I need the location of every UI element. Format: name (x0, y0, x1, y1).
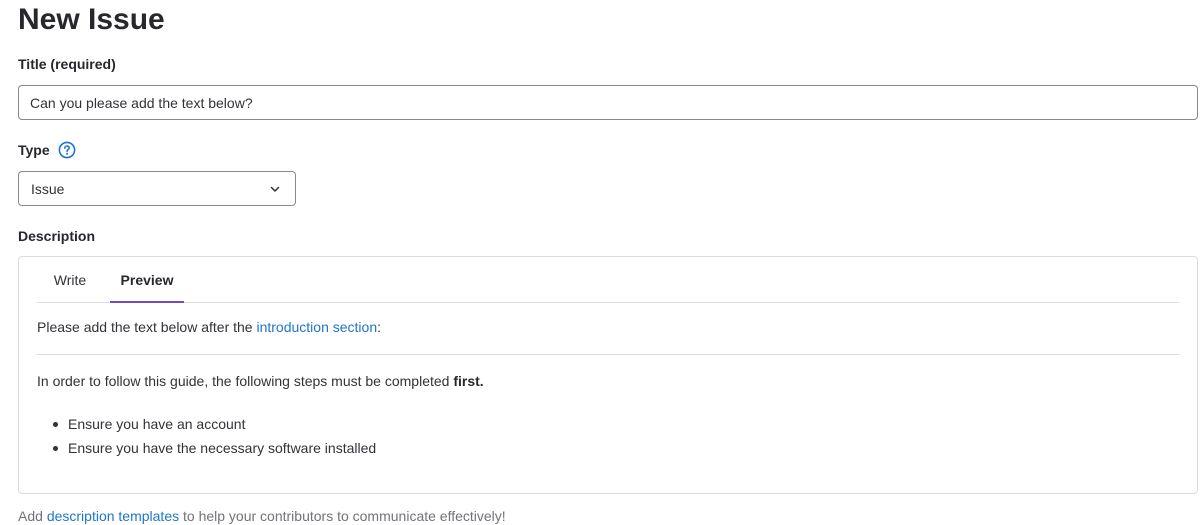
description-label: Description (18, 228, 96, 244)
description-templates-link[interactable]: description templates (47, 508, 179, 524)
intro-text-after: : (377, 319, 382, 335)
preview-intro-paragraph: Please add the text below after the intr… (37, 318, 381, 336)
description-templates-note: Add description templates to help your c… (18, 507, 506, 525)
preview-divider (37, 354, 1179, 355)
footer-text-before: Add (18, 508, 47, 524)
editor-tabs: Write Preview (37, 257, 1179, 303)
chevron-down-icon (269, 183, 281, 195)
description-editor: Write Preview Please add the text below … (18, 256, 1198, 494)
type-label: Type (18, 142, 50, 158)
type-select[interactable]: Issue (18, 171, 296, 206)
steps-bold-text: first. (453, 373, 484, 389)
steps-text: In order to follow this guide, the follo… (37, 373, 454, 389)
list-item: Ensure you have the necessary software i… (37, 436, 376, 460)
intro-text-before: Please add the text below after the (37, 319, 257, 335)
question-circle-icon[interactable] (58, 141, 76, 159)
list-item: Ensure you have an account (37, 412, 376, 436)
introduction-section-link[interactable]: introduction section (256, 319, 377, 335)
preview-steps-paragraph: In order to follow this guide, the follo… (37, 372, 484, 390)
type-label-row: Type (18, 141, 76, 159)
page-title: New Issue (18, 3, 165, 36)
tab-write[interactable]: Write (47, 257, 93, 302)
footer-text-after: to help your contributors to communicate… (179, 508, 506, 524)
type-select-value: Issue (31, 180, 65, 197)
tab-preview[interactable]: Preview (110, 257, 184, 303)
preview-bullet-list: Ensure you have an account Ensure you ha… (37, 412, 376, 460)
title-input[interactable] (18, 85, 1198, 120)
title-label: Title (required) (18, 56, 116, 72)
